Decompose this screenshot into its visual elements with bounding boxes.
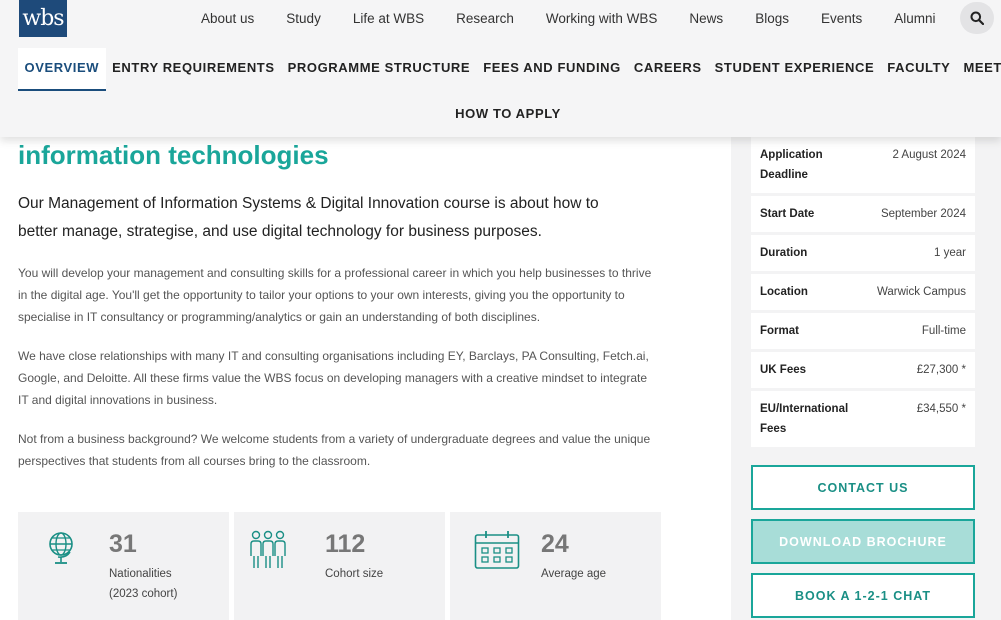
top-navigation: About us Study Life at WBS Research Work… <box>185 0 952 36</box>
tab-careers[interactable]: CAREERS <box>627 48 708 91</box>
info-row-eu-international-fees: EU/International Fees £34,550 * <box>751 391 975 447</box>
topnav-working-with-wbs[interactable]: Working with WBS <box>546 11 658 26</box>
site-header: wbs About us Study Life at WBS Research … <box>0 0 1001 137</box>
topnav-research[interactable]: Research <box>456 11 514 26</box>
key-facts-table: Application Deadline 2 August 2024 Start… <box>751 137 975 450</box>
stat-label: Average age <box>541 564 606 584</box>
info-key: EU/International Fees <box>760 403 849 435</box>
info-value: Warwick Campus <box>876 286 966 298</box>
stats-row: 31 Nationalities (2023 cohort) 112 Cohor… <box>18 512 666 620</box>
globe-icon <box>49 532 73 564</box>
info-value: Full-time <box>921 325 966 337</box>
tab-programme-structure[interactable]: PROGRAMME STRUCTURE <box>281 48 477 91</box>
info-row-duration: Duration 1 year <box>751 235 975 271</box>
info-key: UK Fees <box>760 364 807 376</box>
stat-label-text: Nationalities <box>109 568 172 580</box>
info-key: Duration <box>760 247 808 259</box>
topnav-about-us[interactable]: About us <box>201 11 254 26</box>
info-key: Format <box>760 325 799 337</box>
info-key: Location <box>760 286 808 298</box>
contact-us-button[interactable]: CONTACT US <box>751 465 975 510</box>
stat-value: 24 <box>541 530 569 558</box>
topnav-blogs[interactable]: Blogs <box>755 11 789 26</box>
info-row-format: Format Full-time <box>751 313 975 349</box>
stat-label: Cohort size <box>325 564 383 584</box>
topnav-news[interactable]: News <box>689 11 723 26</box>
stat-label-text: Cohort size <box>325 568 384 580</box>
info-value: September 2024 <box>880 208 966 220</box>
info-row-start-date: Start Date September 2024 <box>751 196 975 232</box>
info-row-uk-fees: UK Fees £27,300 * <box>751 352 975 388</box>
stat-card-nationalities: 31 Nationalities (2023 cohort) <box>18 512 229 620</box>
tab-fees-and-funding[interactable]: FEES AND FUNDING <box>477 48 628 91</box>
body-paragraph: You will develop your management and con… <box>18 266 652 324</box>
topnav-events[interactable]: Events <box>821 11 862 26</box>
info-row-application-deadline: Application Deadline 2 August 2024 <box>751 137 975 193</box>
calendar-icon <box>474 531 520 569</box>
body-paragraph: Not from a business background? We welco… <box>18 432 651 468</box>
book-chat-button[interactable]: BOOK A 1-2-1 CHAT <box>751 573 975 618</box>
key-facts-panel: Application Deadline 2 August 2024 Start… <box>731 137 1001 620</box>
download-brochure-button[interactable]: DOWNLOAD BROCHURE <box>751 519 975 564</box>
people-icon <box>250 530 286 568</box>
info-value: 2 August 2024 <box>892 149 966 161</box>
tab-how-to-apply[interactable]: HOW TO APPLY <box>449 94 568 135</box>
stat-label-text: Average age <box>541 568 607 580</box>
stat-card-average-age: 24 Average age <box>450 512 661 620</box>
info-key: Application Deadline <box>760 149 823 181</box>
info-value: 1 year <box>934 247 966 259</box>
info-row-location: Location Warwick Campus <box>751 274 975 310</box>
stat-value: 112 <box>325 530 366 558</box>
page-title: information technologies <box>18 140 329 170</box>
body-paragraph: We have close relationships with many IT… <box>18 349 649 407</box>
tab-overview[interactable]: OVERVIEW <box>18 48 106 91</box>
topnav-study[interactable]: Study <box>286 11 321 26</box>
topnav-alumni[interactable]: Alumni <box>894 11 935 26</box>
stat-card-cohort-size: 112 Cohort size <box>234 512 445 620</box>
tab-faculty[interactable]: FACULTY <box>881 48 957 91</box>
tab-student-experience[interactable]: STUDENT EXPERIENCE <box>708 48 881 91</box>
wbs-logo[interactable]: wbs <box>19 0 67 37</box>
topnav-life-at-wbs[interactable]: Life at WBS <box>353 11 424 26</box>
search-icon <box>970 11 984 25</box>
lead-paragraph: Our Management of Information Systems & … <box>18 195 599 240</box>
info-key: Start Date <box>760 208 815 220</box>
tab-meet-us[interactable]: MEET US <box>957 48 1001 91</box>
section-navigation: OVERVIEW ENTRY REQUIREMENTS PROGRAMME ST… <box>18 48 1001 121</box>
stat-value: 31 <box>109 530 137 558</box>
info-value: £27,300 * <box>916 364 966 376</box>
main-content: information technologies Our Management … <box>18 137 668 472</box>
tab-entry-requirements[interactable]: ENTRY REQUIREMENTS <box>106 48 281 91</box>
stat-label: Nationalities (2023 cohort) <box>109 564 177 604</box>
stat-label-sub: (2023 cohort) <box>109 588 178 600</box>
search-button[interactable] <box>960 2 994 34</box>
info-value: £34,550 * <box>916 403 966 415</box>
